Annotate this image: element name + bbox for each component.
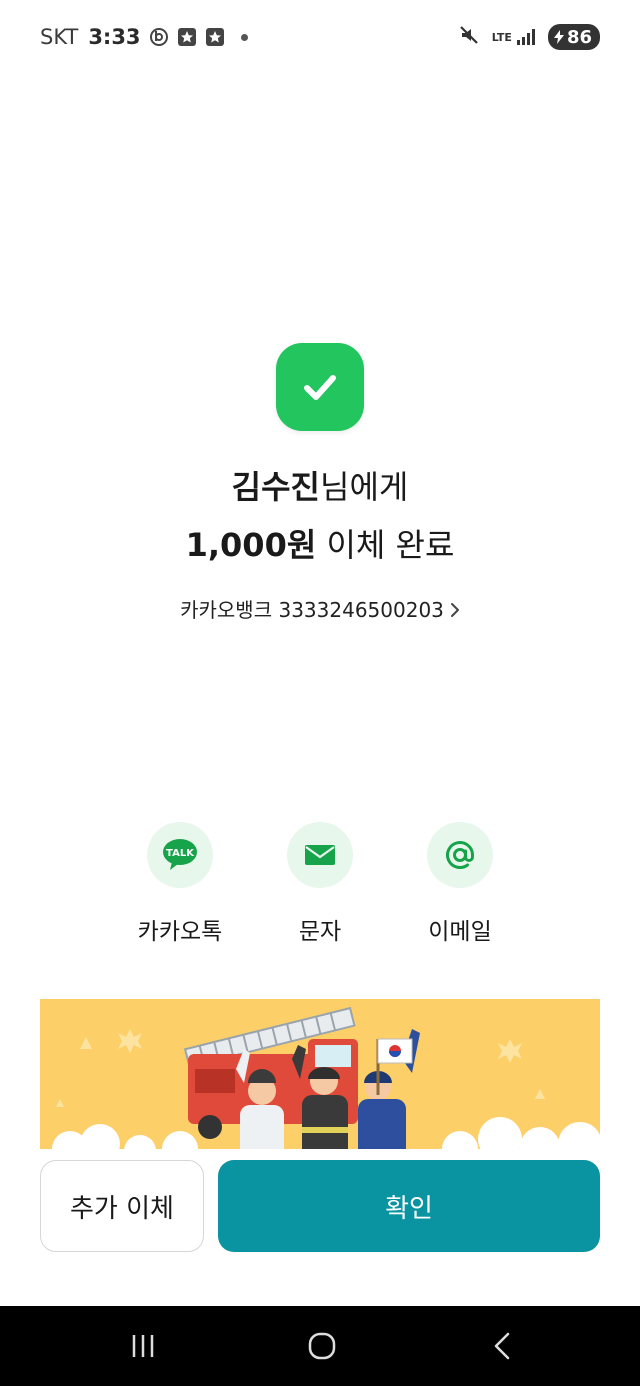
success-check-icon [276, 343, 364, 431]
clock: 3:33 [88, 25, 141, 49]
kakaotalk-icon: TALK [147, 822, 213, 888]
account-number: 3333246500203 [278, 598, 444, 622]
confirm-button[interactable]: 확인 [218, 1160, 600, 1252]
recipient-name: 김수진 [231, 468, 320, 506]
back-icon[interactable] [482, 1328, 522, 1364]
notification-dot-icon [240, 33, 248, 41]
promo-banner[interactable] [40, 999, 600, 1159]
transfer-complete-text: 이체 완료 [316, 526, 455, 564]
system-nav-bar [0, 1306, 640, 1386]
star-app-icon [177, 27, 197, 47]
share-sms-button[interactable]: 문자 [250, 822, 390, 946]
lte-signal-icon: LTE [492, 28, 536, 46]
account-link[interactable]: 카카오뱅크 3333246500203 [0, 594, 640, 623]
firefighter-illustration [40, 1006, 600, 1159]
chevron-right-icon [450, 598, 460, 622]
star-app-icon [205, 27, 225, 47]
share-label: 문자 [298, 919, 342, 945]
amount-line: 1,000원 이체 완료 [0, 520, 640, 566]
status-bar: SKT 3:33 LTE 86 [0, 0, 640, 74]
message-icon [287, 822, 353, 888]
recipient-suffix: 님에게 [320, 468, 409, 506]
share-label: 이메일 [428, 919, 492, 945]
mute-icon [458, 24, 480, 50]
app-b-icon [149, 27, 169, 47]
share-email-button[interactable]: 이메일 [390, 822, 530, 946]
share-label: 카카오톡 [137, 919, 223, 945]
recipient-line: 김수진님에게 [0, 462, 640, 508]
recent-apps-icon[interactable] [123, 1328, 163, 1364]
email-at-icon [427, 822, 493, 888]
additional-transfer-button[interactable]: 추가 이체 [40, 1160, 204, 1252]
battery-indicator: 86 [547, 24, 600, 50]
carrier-label: SKT [40, 25, 79, 49]
status-bar-right: LTE 86 [458, 22, 600, 52]
kakaotalk-icon-text: TALK [166, 848, 195, 859]
network-label: LTE [491, 30, 512, 44]
status-bar-left: SKT 3:33 [40, 22, 248, 52]
share-kakaotalk-button[interactable]: TALK 카카오톡 [110, 822, 250, 946]
home-icon[interactable] [302, 1328, 342, 1364]
account-bank: 카카오뱅크 [180, 598, 273, 622]
battery-level: 86 [566, 26, 592, 48]
transfer-amount: 1,000원 [185, 526, 317, 564]
